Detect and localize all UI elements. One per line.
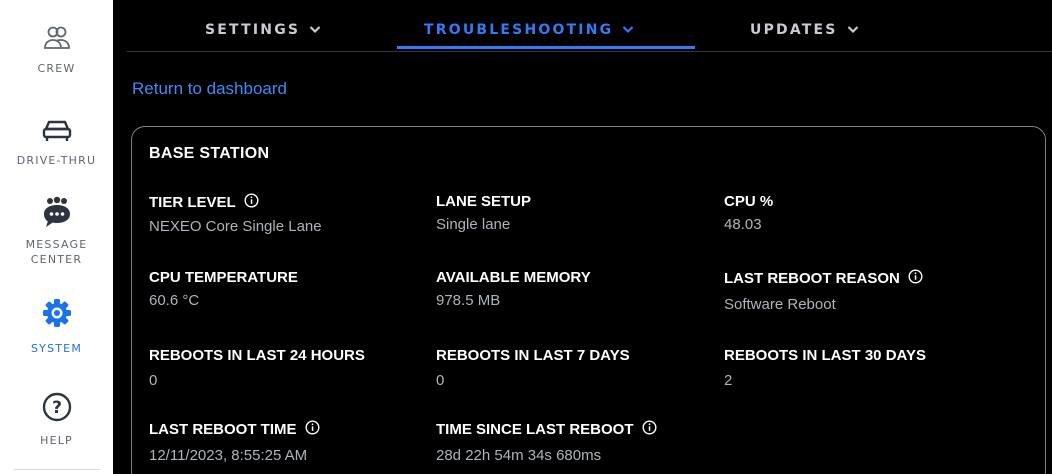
field-cpu-percent: CPU % 48.03	[724, 193, 773, 233]
field-label: TIER LEVEL	[149, 194, 236, 211]
help-icon: ?	[42, 392, 72, 427]
tab-label: UPDATES	[750, 22, 838, 38]
tab-label: SETTINGS	[205, 22, 301, 38]
field-label: REBOOTS IN LAST 7 DAYS	[436, 347, 630, 364]
field-label: CPU TEMPERATURE	[149, 269, 298, 286]
sidebar-item-crew[interactable]: CREW	[0, 24, 113, 76]
sidebar-item-label: CREW	[37, 62, 76, 75]
field-label: CPU %	[724, 193, 774, 210]
tab-label: TROUBLESHOOTING	[424, 22, 614, 38]
field-tier-level: TIER LEVEL NEXEO Core Single Lane	[149, 193, 322, 235]
field-reboots-24-hours: REBOOTS IN LAST 24 HOURS 0	[149, 347, 365, 389]
sidebar-item-label: SYSTEM	[30, 342, 83, 355]
field-value: 0	[436, 372, 445, 389]
crew-icon	[43, 24, 71, 57]
field-value: 978.5 MB	[436, 292, 501, 309]
chevron-down-icon	[622, 22, 634, 38]
field-value: 12/11/2023, 8:55:25 AM	[149, 447, 308, 464]
sidebar-item-drive-thru[interactable]: DRIVE-THRU	[0, 118, 113, 168]
field-value: Single lane	[436, 216, 511, 233]
field-label: AVAILABLE MEMORY	[436, 269, 591, 286]
field-reboots-30-days: REBOOTS IN LAST 30 DAYS 2	[724, 347, 926, 389]
field-label: LANE SETUP	[436, 193, 532, 210]
field-label: REBOOTS IN LAST 24 HOURS	[149, 347, 365, 364]
field-time-since-last-reboot: TIME SINCE LAST REBOOT 28d 22h 54m 34s 6…	[436, 420, 657, 464]
tab-bar: SETTINGS TROUBLESHOOTING UPDATES	[127, 8, 1052, 52]
field-cpu-temperature: CPU TEMPERATURE 60.6 °C	[149, 269, 298, 309]
field-value: 0	[149, 372, 158, 389]
field-label: LAST REBOOT REASON	[724, 270, 900, 287]
field-last-reboot-reason: LAST REBOOT REASON Software Reboot	[724, 269, 923, 313]
field-available-memory: AVAILABLE MEMORY 978.5 MB	[436, 269, 591, 309]
field-value: Software Reboot	[724, 296, 836, 313]
tab-settings[interactable]: SETTINGS	[205, 22, 321, 38]
return-to-dashboard-link[interactable]: Return to dashboard	[132, 79, 287, 99]
info-icon[interactable]	[244, 193, 259, 212]
sidebar-item-label: HELP	[40, 434, 73, 447]
sidebar-item-label: MESSAGE CENTER	[25, 238, 88, 266]
chevron-down-icon	[309, 22, 321, 38]
field-last-reboot-time: LAST REBOOT TIME 12/11/2023, 8:55:25 AM	[149, 420, 320, 464]
sidebar-item-message-center[interactable]: MESSAGE CENTER	[0, 196, 113, 267]
field-value: 28d 22h 54m 34s 680ms	[436, 447, 602, 464]
tab-troubleshooting[interactable]: TROUBLESHOOTING	[424, 22, 634, 38]
sidebar-divider	[14, 469, 100, 470]
field-reboots-7-days: REBOOTS IN LAST 7 DAYS 0	[436, 347, 630, 389]
info-icon[interactable]	[304, 420, 320, 439]
sidebar-item-system[interactable]: SYSTEM	[0, 298, 113, 356]
tab-updates[interactable]: UPDATES	[750, 22, 859, 38]
gear-icon	[42, 298, 72, 333]
field-value: 2	[724, 372, 733, 389]
active-tab-indicator	[397, 46, 695, 49]
sidebar-item-help[interactable]: ? HELP	[0, 392, 113, 448]
svg-text:?: ?	[52, 398, 62, 418]
card-title: BASE STATION	[149, 145, 270, 162]
chevron-down-icon	[847, 22, 859, 38]
field-lane-setup: LANE SETUP Single lane	[436, 193, 531, 233]
field-label: REBOOTS IN LAST 30 DAYS	[724, 347, 926, 364]
message-center-icon	[40, 196, 74, 235]
base-station-card: BASE STATION TIER LEVEL NEXEO Core Singl…	[131, 126, 1046, 474]
field-value: 48.03	[724, 216, 762, 233]
field-label: TIME SINCE LAST REBOOT	[436, 421, 634, 438]
field-value: NEXEO Core Single Lane	[149, 218, 322, 235]
car-icon	[42, 118, 72, 149]
sidebar-item-label: DRIVE-THRU	[16, 154, 97, 167]
info-icon[interactable]	[642, 420, 657, 439]
field-label: LAST REBOOT TIME	[149, 421, 297, 438]
field-value: 60.6 °C	[149, 292, 200, 309]
sidebar: CREW DRIVE-THRU MESSAGE CENTER SYSTEM ? …	[0, 0, 113, 474]
main-content: SETTINGS TROUBLESHOOTING UPDATES Return …	[113, 0, 1052, 474]
info-icon[interactable]	[908, 269, 923, 288]
